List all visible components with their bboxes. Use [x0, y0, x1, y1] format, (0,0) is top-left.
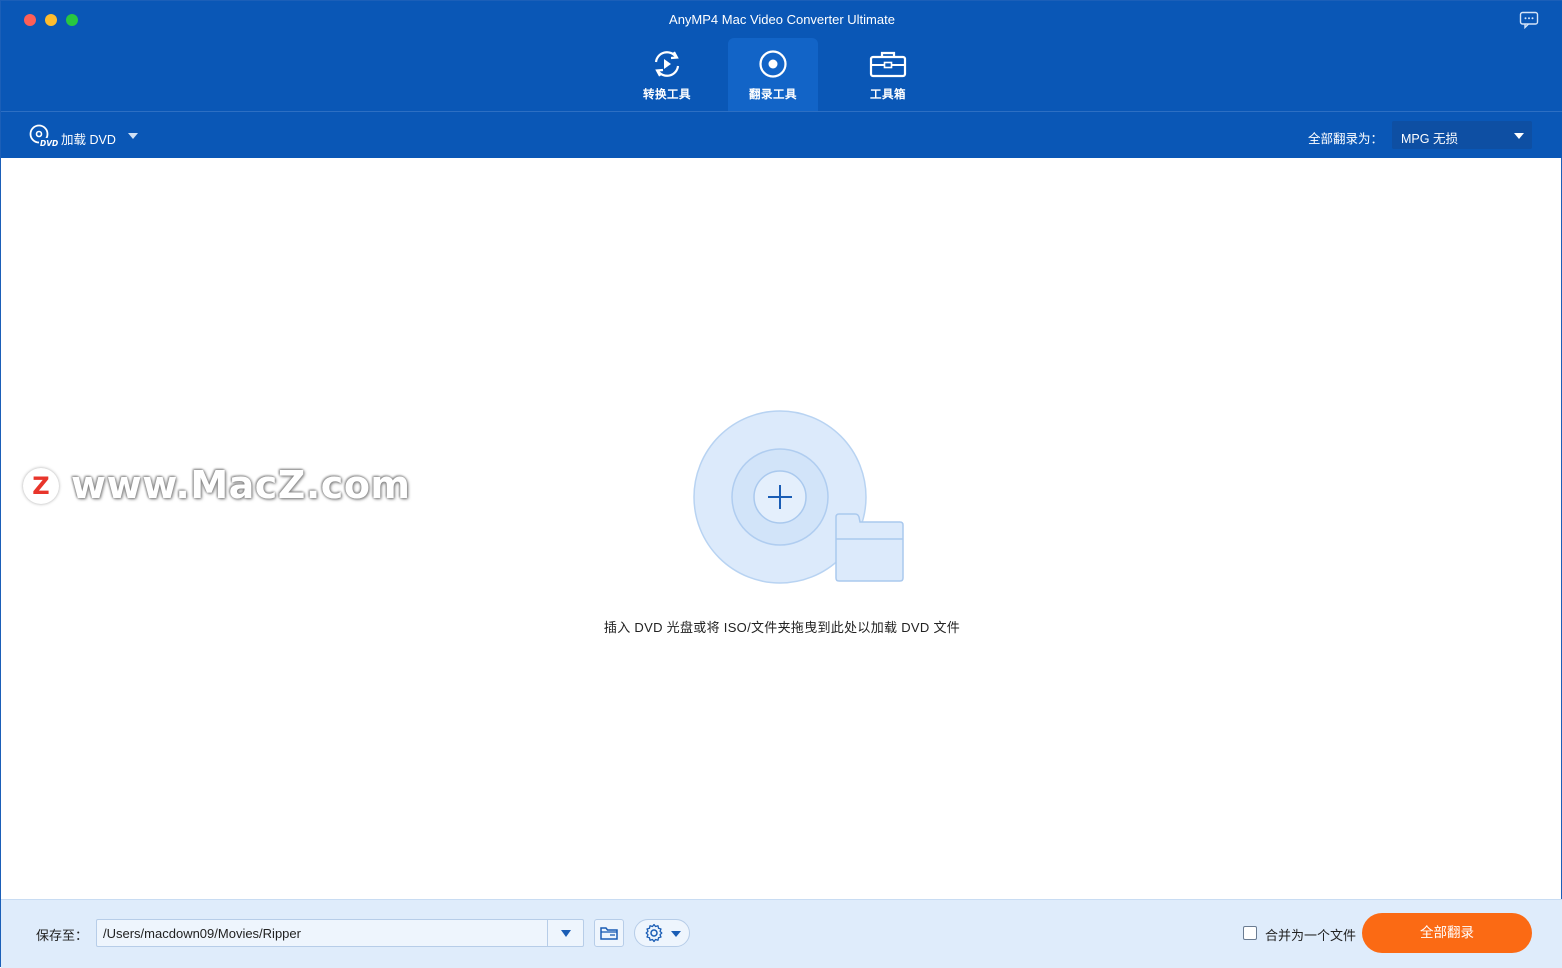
drop-hint-text: 插入 DVD 光盘或将 ISO/文件夹拖曳到此处以加载 DVD 文件: [603, 620, 961, 635]
rip-all-to-label: 全部翻录为：: [1308, 132, 1384, 146]
dvd-load-icon: DVD: [29, 124, 58, 148]
output-path-value: /Users/macdown09/Movies/Ripper: [103, 926, 301, 941]
chevron-down-icon: [671, 931, 681, 937]
app-window: AnyMP4 Mac Video Converter Ultimate 转换工具: [0, 0, 1562, 968]
watermark-text: www.MacZ.com: [71, 463, 411, 507]
watermark-logo: Z: [23, 468, 59, 504]
output-format-value: MPG 无损: [1401, 132, 1458, 146]
tab-convert[interactable]: 转换工具: [622, 38, 712, 111]
add-dvd-icon[interactable]: [693, 410, 905, 585]
chevron-down-icon: [1514, 133, 1524, 139]
folder-icon: [600, 927, 618, 940]
gear-icon: [645, 923, 663, 943]
rip-all-button[interactable]: 全部翻录: [1362, 913, 1532, 953]
header-divider: [1, 111, 1562, 112]
svg-text:DVD: DVD: [40, 139, 58, 148]
convert-icon: [654, 51, 680, 77]
save-to-label: 保存至：: [36, 928, 89, 943]
load-dvd-label: 加载 DVD: [61, 133, 116, 147]
chevron-down-icon[interactable]: [561, 930, 571, 937]
output-format-select[interactable]: MPG 无损: [1392, 121, 1532, 149]
feedback-icon[interactable]: [1519, 11, 1539, 30]
chevron-down-icon[interactable]: [128, 133, 138, 139]
settings-button[interactable]: [634, 919, 690, 947]
tab-label: 工具箱: [870, 89, 906, 101]
disc-rip-icon: [759, 50, 787, 78]
tab-toolbox[interactable]: 工具箱: [843, 38, 933, 111]
open-folder-button[interactable]: [594, 919, 624, 947]
tab-ripper[interactable]: 翻录工具: [728, 38, 818, 111]
checkbox-box[interactable]: [1243, 926, 1257, 940]
path-field-divider: [547, 920, 548, 946]
tab-label: 翻录工具: [749, 89, 797, 101]
merge-label: 合并为一个文件: [1265, 928, 1357, 943]
window-title: AnyMP4 Mac Video Converter Ultimate: [669, 12, 895, 27]
footer-bar: 保存至： /Users/macdown09/Movies/Ripper 合并为一…: [1, 899, 1562, 968]
header-bar: AnyMP4 Mac Video Converter Ultimate 转换工具: [1, 1, 1562, 158]
tab-label: 转换工具: [643, 89, 691, 101]
toolbox-icon: [869, 51, 907, 78]
output-path-field[interactable]: /Users/macdown09/Movies/Ripper: [96, 919, 584, 947]
